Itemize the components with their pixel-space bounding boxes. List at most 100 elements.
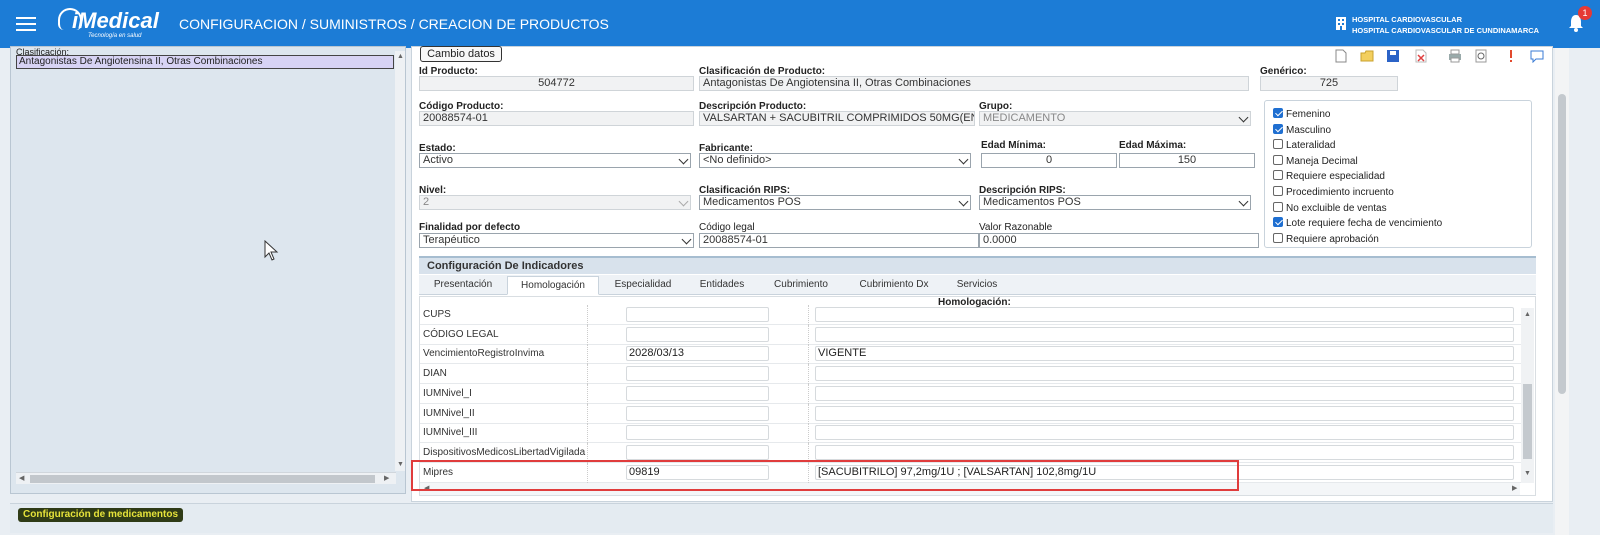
codigo-legal-field[interactable]: 20088574-01 [699, 233, 979, 248]
tab-cubrimiento-dx[interactable]: Cubrimiento Dx [851, 276, 937, 295]
row-description-input[interactable] [815, 385, 1514, 401]
row-description-input[interactable] [815, 405, 1514, 421]
finalidad-label: Finalidad por defecto [419, 222, 521, 233]
grid-vertical-scrollbar[interactable]: ▲ ▼ [1521, 308, 1534, 483]
scroll-right-icon[interactable]: ▶ [384, 474, 389, 482]
row-code-input[interactable] [626, 326, 769, 342]
codigo-legal-label: Código legal [699, 222, 755, 233]
grupo-select[interactable]: MEDICAMENTO [979, 111, 1251, 126]
checkbox-label: Maneja Decimal [1286, 156, 1358, 167]
checkbox-checked-icon[interactable] [1273, 124, 1283, 134]
print-icon[interactable] [1448, 49, 1462, 63]
checkbox-unchecked-icon[interactable] [1273, 186, 1283, 196]
checkbox-row[interactable]: Lote requiere fecha de vencimiento [1273, 217, 1442, 229]
tab-servicios[interactable]: Servicios [949, 276, 1005, 295]
column-divider [587, 423, 588, 444]
chevron-down-icon [1238, 196, 1249, 207]
edad-minima-field[interactable]: 0 [981, 153, 1117, 168]
checkbox-row[interactable]: Procedimiento incruento [1273, 186, 1394, 198]
row-code-input[interactable] [626, 366, 769, 382]
row-code-input[interactable]: 2028/03/13 [626, 346, 769, 362]
checkbox-unchecked-icon[interactable] [1273, 202, 1283, 212]
tab-presentacion[interactable]: Presentación [423, 276, 503, 295]
scroll-left-icon[interactable]: ◀ [19, 474, 24, 482]
checkbox-unchecked-icon[interactable] [1273, 170, 1283, 180]
logo[interactable]: iMedical Tecnología en salud [58, 6, 168, 42]
checkbox-unchecked-icon[interactable] [1273, 139, 1283, 149]
left-horizontal-scrollbar[interactable]: ◀ ▶ [16, 472, 396, 484]
fabricante-select[interactable]: <No definido> [699, 153, 971, 168]
row-code-input[interactable] [626, 425, 769, 441]
scroll-thumb[interactable] [1523, 384, 1532, 459]
new-document-icon[interactable] [1334, 49, 1348, 63]
classification-selected-item[interactable]: Antagonistas De Angiotensina II, Otras C… [16, 55, 394, 69]
row-indicator-name: VencimientoRegistroInvima [423, 348, 545, 360]
checkbox-row[interactable]: Maneja Decimal [1273, 155, 1358, 167]
checkbox-row[interactable]: Femenino [1273, 108, 1330, 120]
valor-razonable-field[interactable]: 0.0000 [979, 233, 1259, 248]
id-producto-field[interactable]: 504772 [419, 76, 694, 91]
checkbox-row[interactable]: No excluible de ventas [1273, 202, 1387, 214]
column-divider [587, 383, 588, 404]
hospital-name[interactable]: HOSPITAL CARDIOVASCULAR HOSPITAL CARDIOV… [1352, 14, 1539, 36]
row-code-input[interactable] [626, 444, 769, 460]
scroll-down-icon[interactable]: ▼ [397, 461, 404, 468]
checkbox-row[interactable]: Requiere aprobación [1273, 233, 1379, 245]
scroll-thumb[interactable] [30, 475, 375, 483]
scroll-thumb[interactable] [1558, 94, 1566, 394]
tab-entidades[interactable]: Entidades [691, 276, 753, 295]
open-folder-icon[interactable] [1360, 49, 1374, 63]
checkbox-unchecked-icon[interactable] [1273, 233, 1283, 243]
descripcion-producto-field[interactable]: VALSARTAN + SACUBITRIL COMPRIMIDOS 50MG(… [699, 111, 975, 126]
row-description-input[interactable] [815, 425, 1514, 441]
chevron-down-icon [678, 154, 689, 165]
row-code-input[interactable] [626, 385, 769, 401]
estado-select[interactable]: Activo [419, 153, 691, 168]
row-description-input[interactable] [815, 326, 1514, 342]
preview-icon[interactable] [1474, 49, 1488, 63]
checkbox-row[interactable]: Masculino [1273, 124, 1331, 136]
checkbox-checked-icon[interactable] [1273, 217, 1283, 227]
row-description-input[interactable] [815, 366, 1514, 382]
page-vertical-scrollbar[interactable] [1555, 48, 1569, 535]
checkbox-label: Lateralidad [1286, 140, 1336, 151]
scroll-down-icon[interactable]: ▼ [1524, 470, 1531, 477]
row-code-input[interactable] [626, 307, 769, 322]
nivel-select[interactable]: 2 [419, 195, 691, 210]
clasificacion-producto-field[interactable]: Antagonistas De Angiotensina II, Otras C… [699, 76, 1249, 91]
cambio-datos-button[interactable]: Cambio datos [420, 46, 502, 62]
scroll-right-icon[interactable]: ▶ [1512, 484, 1517, 492]
checkbox-checked-icon[interactable] [1273, 108, 1283, 118]
row-code-input[interactable] [626, 405, 769, 421]
alert-icon[interactable] [1504, 49, 1518, 63]
indicadores-tabs: Presentación Homologación Especialidad E… [419, 275, 1536, 295]
grupo-value: MEDICAMENTO [983, 112, 1066, 124]
config-medicamentos-button[interactable]: Configuración de medicamentos [18, 508, 184, 522]
checkbox-unchecked-icon[interactable] [1273, 155, 1283, 165]
menu-icon[interactable] [16, 14, 36, 32]
descripcion-rips-select[interactable]: Medicamentos POS [979, 195, 1251, 210]
logo-text: iMedical [72, 8, 159, 33]
column-divider [587, 344, 588, 365]
clasificacion-rips-select[interactable]: Medicamentos POS [699, 195, 971, 210]
tab-cubrimiento[interactable]: Cubrimiento [765, 276, 837, 295]
save-icon[interactable] [1386, 49, 1400, 63]
scroll-up-icon[interactable]: ▲ [1524, 311, 1531, 318]
checkbox-row[interactable]: Lateralidad [1273, 139, 1335, 151]
tab-especialidad[interactable]: Especialidad [605, 276, 681, 295]
chevron-down-icon [958, 196, 969, 207]
generico-field[interactable]: 725 [1260, 76, 1398, 91]
delete-icon[interactable] [1414, 49, 1428, 63]
left-vertical-scrollbar[interactable]: ▲ ▼ [395, 51, 405, 471]
table-row: VencimientoRegistroInvima 2028/03/13 VIGEN… [420, 344, 1522, 365]
codigo-producto-field[interactable]: 20088574-01 [419, 111, 694, 126]
scroll-up-icon[interactable]: ▲ [397, 53, 404, 60]
finalidad-select[interactable]: Terapéutico [419, 233, 694, 248]
comment-icon[interactable] [1530, 49, 1544, 63]
edad-maxima-field[interactable]: 150 [1119, 153, 1255, 168]
row-description-input[interactable] [815, 307, 1514, 322]
tab-homologacion[interactable]: Homologación [507, 276, 599, 295]
row-description-input[interactable]: VIGENTE [815, 346, 1514, 362]
row-description-input[interactable] [815, 444, 1514, 460]
checkbox-row[interactable]: Requiere especialidad [1273, 170, 1385, 182]
